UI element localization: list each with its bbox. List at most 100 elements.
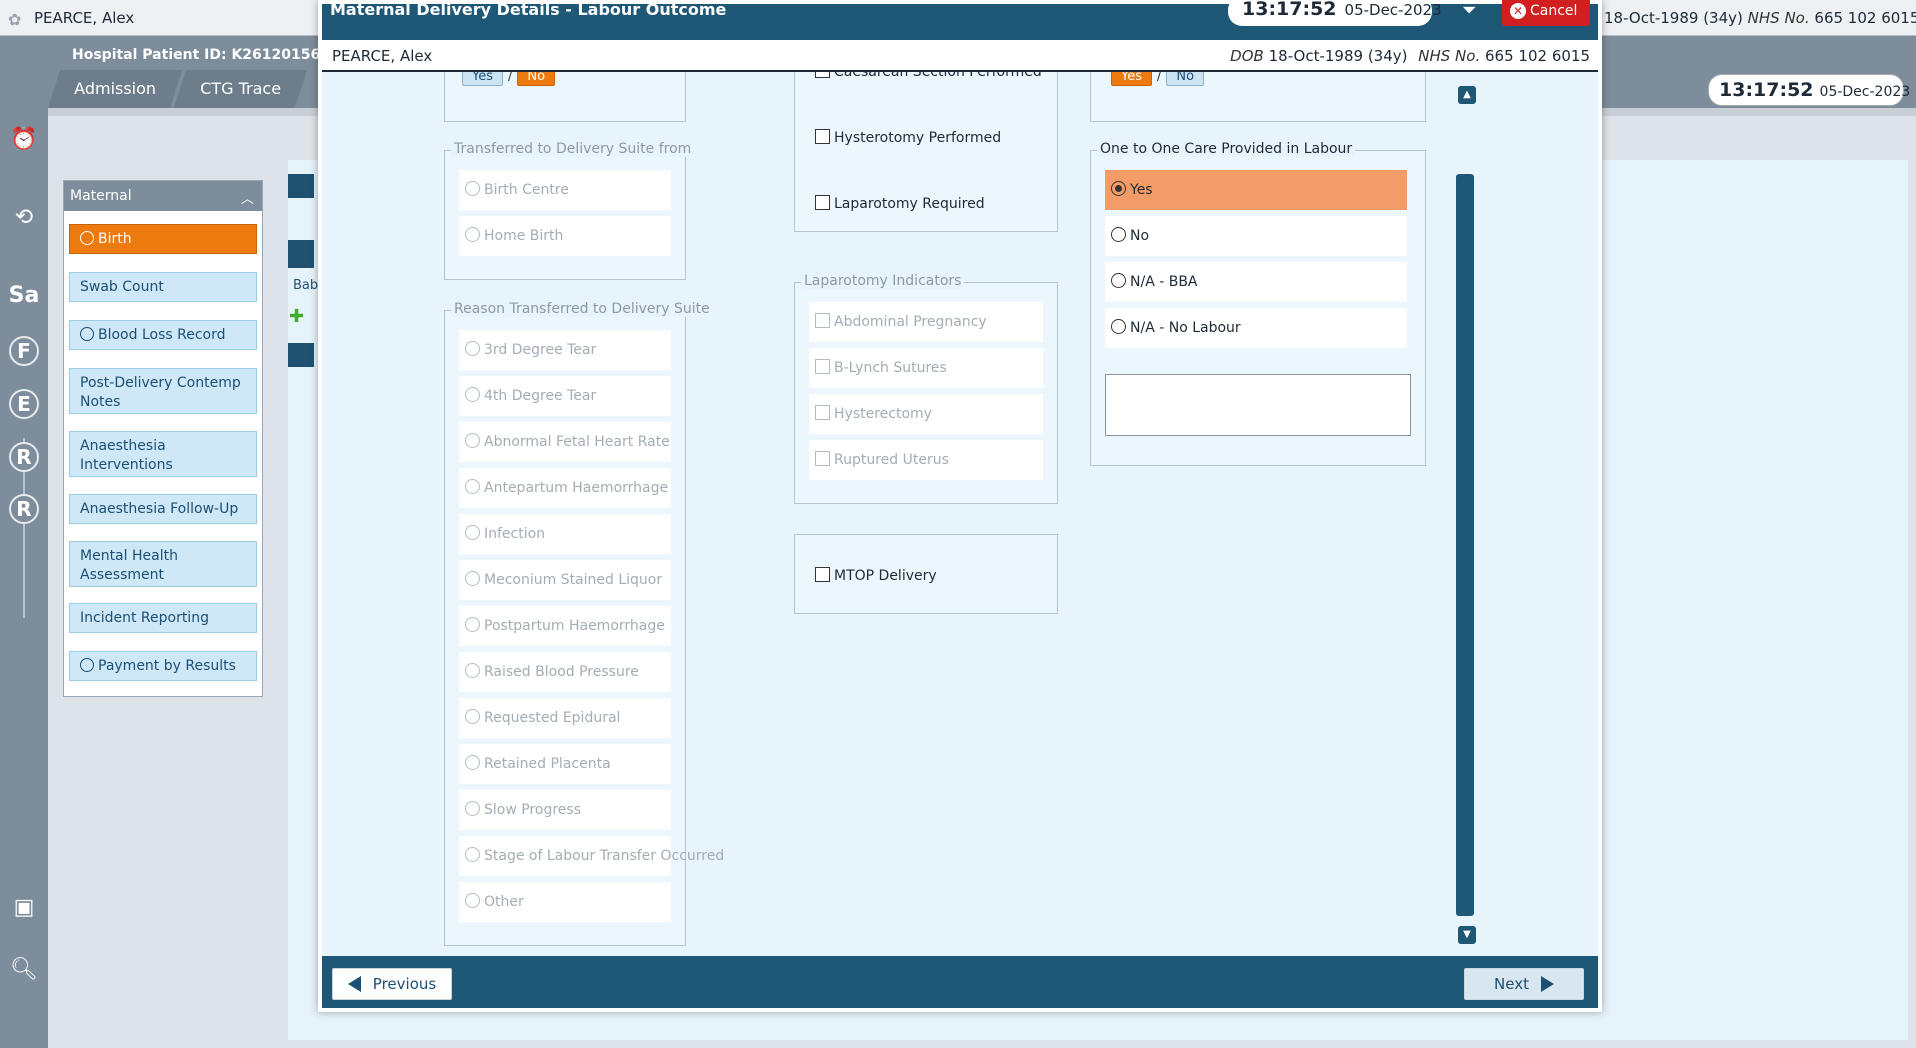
option-requested-epidural[interactable]: Requested Epidural — [459, 698, 671, 738]
maternal-item-birth[interactable]: Birth — [69, 224, 257, 254]
no-toggle[interactable]: No — [517, 72, 556, 86]
maternal-item-anaesthesia-interventions[interactable]: Anaesthesia Interventions — [69, 431, 257, 477]
maternal-item-anaesthesia-follow-up[interactable]: Anaesthesia Follow-Up — [69, 494, 257, 524]
bg-baby-label: Bab — [293, 278, 319, 293]
checkbox-ruptured-uterus[interactable]: Ruptured Uterus — [809, 440, 1043, 480]
chevron-up-icon[interactable]: ︿ — [241, 188, 254, 207]
radio-icon — [465, 801, 480, 816]
arrow-left-icon — [347, 976, 361, 992]
laparotomy-indicators-legend: Laparotomy Indicators — [801, 273, 965, 289]
side-letter-f[interactable]: F — [9, 336, 39, 366]
previous-button[interactable]: Previous — [332, 968, 452, 1000]
option-postpartum-haemorrhage[interactable]: Postpartum Haemorrhage — [459, 606, 671, 646]
prev-question-group: Yes / No — [444, 72, 686, 122]
procedures-group: Caesarean Section Performed Hysterotomy … — [794, 72, 1058, 232]
side-letter-e[interactable]: E — [9, 389, 39, 419]
bg-left-nav: ⏰ ⟲ Sa F E R R ▣ 🔍︎ — [0, 108, 48, 1048]
modal-patient-name: PEARCE, Alex — [332, 47, 433, 65]
option-na-no-labour[interactable]: N/A - No Labour — [1105, 308, 1407, 348]
filter-icon[interactable]: ⏷ — [1462, 0, 1476, 21]
maternal-item-payment-by-results[interactable]: Payment by Results — [69, 651, 257, 681]
checkbox-abdominal-pregnancy[interactable]: Abdominal Pregnancy — [809, 302, 1043, 342]
checkbox-icon — [815, 359, 830, 374]
one-to-one-notes-field[interactable] — [1105, 374, 1411, 436]
maternal-item-blood-loss[interactable]: Blood Loss Record — [69, 320, 257, 350]
side-letter-sa[interactable]: Sa — [6, 278, 42, 314]
radio-icon — [465, 227, 480, 242]
modal-body: Yes / No Transferred to Delivery Suite fro… — [322, 72, 1598, 956]
search-icon[interactable]: 🔍︎ — [6, 952, 42, 988]
modal-title-bar: Maternal Delivery Details - Labour Outco… — [322, 0, 1598, 40]
radio-selected-icon — [1111, 181, 1126, 196]
maternal-item-swab-count[interactable]: Swab Count — [69, 272, 257, 302]
checkbox-b-lynch-sutures[interactable]: B-Lynch Sutures — [809, 348, 1043, 388]
maternal-item-incident-reporting[interactable]: Incident Reporting — [69, 603, 257, 633]
tab-admission[interactable]: Admission — [47, 70, 183, 108]
option-3rd-degree-tear[interactable]: 3rd Degree Tear — [459, 330, 671, 370]
radio-icon — [465, 181, 480, 196]
modal-patient-details: DOB 18-Oct-1989 (34y) NHS No. 665 102 60… — [1230, 47, 1590, 65]
modal-patient-banner: PEARCE, Alex DOB 18-Oct-1989 (34y) NHS N… — [322, 40, 1598, 72]
bg-section-header — [288, 240, 314, 268]
option-infection[interactable]: Infection — [459, 514, 671, 554]
arrow-right-icon — [1540, 976, 1554, 992]
option-na-bba[interactable]: N/A - BBA — [1105, 262, 1407, 302]
add-icon[interactable]: ✚ — [289, 306, 304, 327]
option-abnormal-fetal-heart-rate[interactable]: Abnormal Fetal Heart Rate — [459, 422, 671, 462]
bg-tabs: Admission CTG Trace — [47, 70, 307, 108]
alarm-clock-icon[interactable]: ⏰ — [6, 122, 42, 158]
prev-yes-no-left: Yes / No — [462, 72, 556, 86]
option-home-birth[interactable]: Home Birth — [459, 216, 671, 256]
checkbox-hysterotomy[interactable]: Hysterotomy Performed — [815, 129, 1001, 146]
maternal-panel: Maternal ︿ Birth Swab Count Blood Loss Re… — [63, 180, 263, 697]
option-other[interactable]: Other — [459, 882, 671, 922]
maternal-panel-header[interactable]: Maternal ︿ — [64, 181, 262, 211]
option-birth-centre[interactable]: Birth Centre — [459, 170, 671, 210]
radio-icon — [465, 709, 480, 724]
app-logo-icon: ✿ — [8, 10, 22, 29]
modal-clock: 13:17:52 05-Dec-2023 — [1228, 0, 1442, 26]
option-yes[interactable]: Yes — [1105, 170, 1407, 210]
tab-ctg-trace[interactable]: CTG Trace — [173, 70, 307, 108]
option-antepartum-haemorrhage[interactable]: Antepartum Haemorrhage — [459, 468, 671, 508]
cancel-button[interactable]: ✕ Cancel — [1502, 0, 1590, 26]
no-toggle[interactable]: No — [1166, 72, 1205, 86]
one-to-one-care-legend: One to One Care Provided in Labour — [1097, 141, 1356, 157]
next-button[interactable]: Next — [1464, 968, 1584, 1000]
checkbox-icon — [815, 567, 830, 582]
maternal-item-mental-health[interactable]: Mental Health Assessment — [69, 541, 257, 587]
transferred-from-group: Transferred to Delivery Suite from Birth… — [444, 141, 695, 280]
radio-icon — [80, 658, 94, 672]
prev-yes-no-right: Yes / No — [1111, 72, 1205, 86]
option-retained-placenta[interactable]: Retained Placenta — [459, 744, 671, 784]
radio-icon — [465, 433, 480, 448]
option-stage-of-labour-transfer[interactable]: Stage of Labour Transfer Occurred — [459, 836, 724, 876]
bg-clock: 13:17:52 05-Dec-2023 — [1708, 74, 1910, 106]
checkbox-icon — [815, 195, 830, 210]
yes-toggle[interactable]: Yes — [1111, 72, 1152, 86]
close-icon: ✕ — [1510, 3, 1526, 19]
checkbox-laparotomy-required[interactable]: Laparotomy Required — [815, 195, 985, 212]
option-no[interactable]: No — [1105, 216, 1407, 256]
one-to-one-care-group: One to One Care Provided in Labour Yes N… — [1090, 141, 1426, 466]
presentation-icon[interactable]: ▣ — [6, 890, 42, 926]
scroll-up-icon[interactable]: ▲ — [1458, 86, 1476, 104]
side-letter-r1[interactable]: R — [9, 442, 39, 472]
maternal-item-post-delivery-notes[interactable]: Post-Delivery Contemp Notes — [69, 368, 257, 414]
transferred-from-legend: Transferred to Delivery Suite from — [451, 141, 695, 157]
mtop-group: MTOP Delivery — [794, 534, 1058, 614]
option-meconium-stained-liquor[interactable]: Meconium Stained Liquor — [459, 560, 671, 600]
yes-toggle[interactable]: Yes — [462, 72, 503, 86]
prev-question-group-right: Yes / No — [1090, 72, 1426, 122]
scroll-down-icon[interactable]: ▼ — [1458, 926, 1476, 944]
checkbox-hysterectomy[interactable]: Hysterectomy — [809, 394, 1043, 434]
checkbox-caesarean-section[interactable]: Caesarean Section Performed — [815, 72, 1042, 80]
scroll-thumb[interactable] — [1456, 174, 1474, 916]
checkbox-mtop-delivery[interactable]: MTOP Delivery — [815, 567, 937, 584]
history-icon[interactable]: ⟲ — [6, 200, 42, 236]
checkbox-icon — [815, 129, 830, 144]
option-4th-degree-tear[interactable]: 4th Degree Tear — [459, 376, 671, 416]
option-slow-progress[interactable]: Slow Progress — [459, 790, 671, 830]
side-letter-r2[interactable]: R — [9, 494, 39, 524]
option-raised-blood-pressure[interactable]: Raised Blood Pressure — [459, 652, 671, 692]
